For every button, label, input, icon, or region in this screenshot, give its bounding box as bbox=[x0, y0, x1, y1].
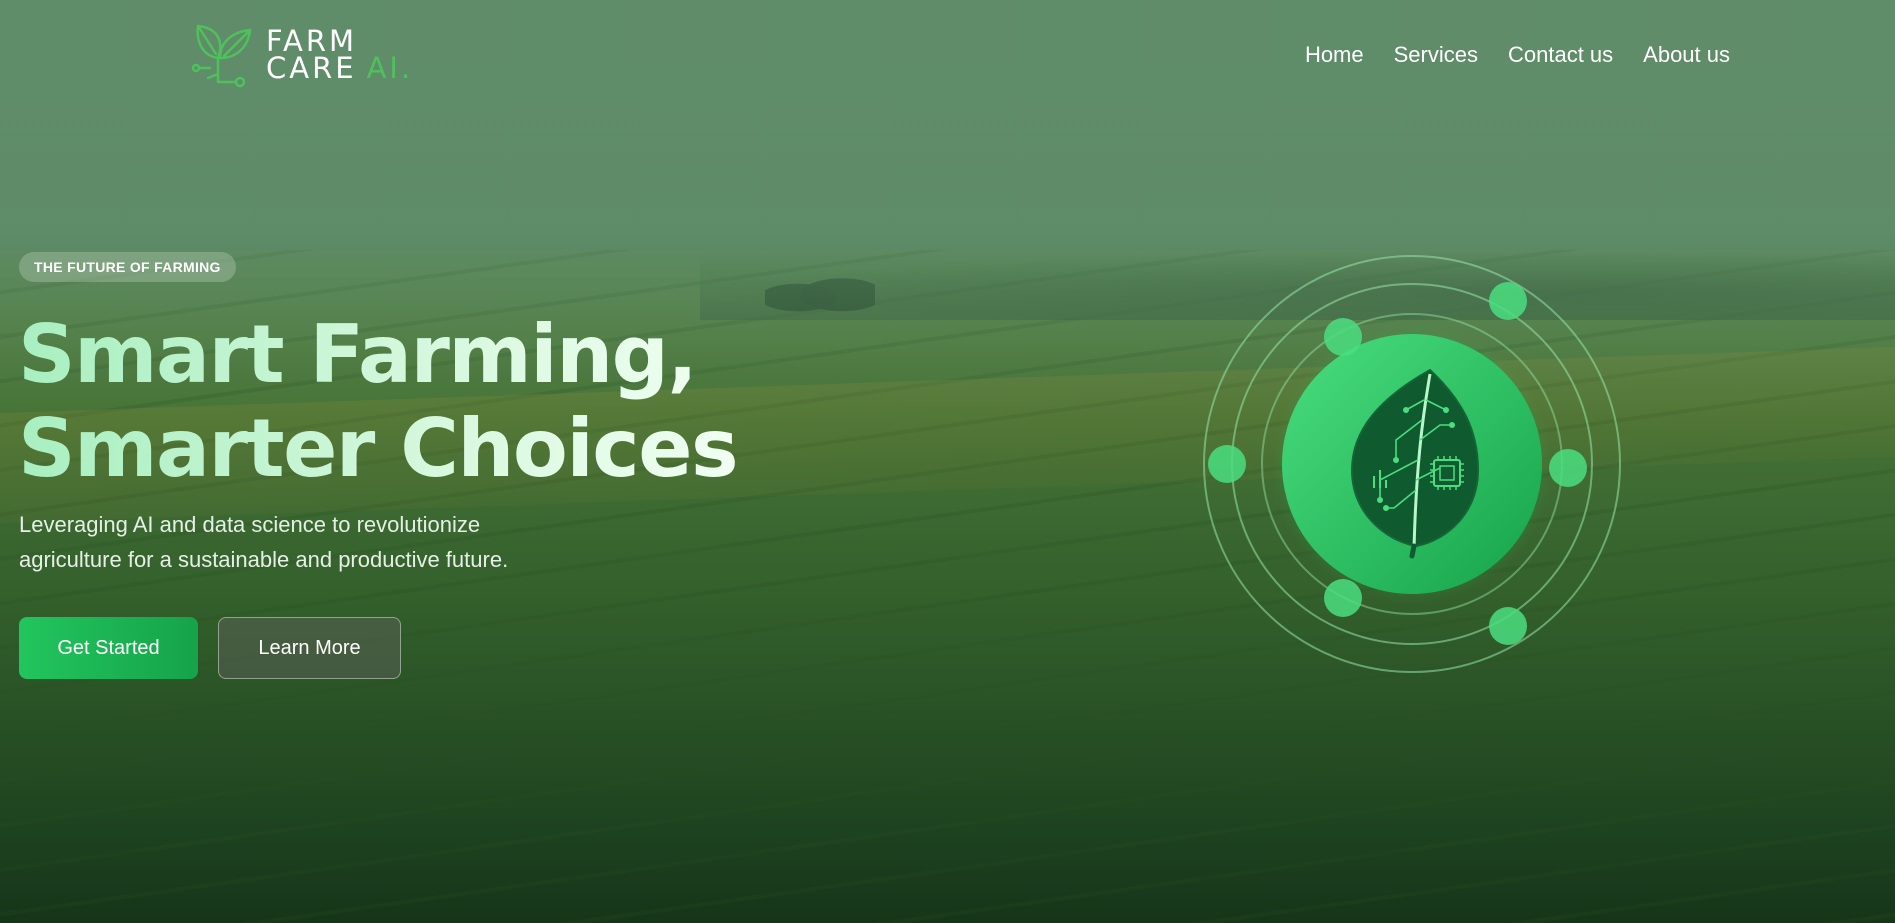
logo-care-word: CARE bbox=[266, 51, 357, 85]
orbit-node bbox=[1208, 445, 1246, 483]
headline-line-1: Smart Farming, bbox=[18, 308, 697, 401]
learn-more-button[interactable]: Learn More bbox=[218, 617, 401, 679]
leaf-logo-icon bbox=[191, 24, 252, 88]
main-nav: Home Services Contact us About us bbox=[1305, 42, 1730, 68]
orbit-node bbox=[1324, 579, 1362, 617]
hero-headline: Smart Farming, Smarter Choices bbox=[18, 308, 737, 496]
site-header: FARM CARE AI. Home Services Contact us Ab… bbox=[0, 0, 1895, 110]
logo-text: FARM CARE AI. bbox=[266, 27, 413, 83]
logo-ai-suffix: AI. bbox=[366, 51, 414, 85]
logo[interactable]: FARM CARE AI. bbox=[190, 20, 413, 90]
hero-badge: THE FUTURE OF FARMING bbox=[19, 252, 236, 282]
orbit-node bbox=[1489, 282, 1527, 320]
orbit-node bbox=[1324, 318, 1362, 356]
nav-contact-us[interactable]: Contact us bbox=[1508, 42, 1613, 68]
nav-about-us[interactable]: About us bbox=[1643, 42, 1730, 68]
headline-line-2: Smarter Choices bbox=[18, 402, 738, 495]
nav-services[interactable]: Services bbox=[1394, 42, 1478, 68]
get-started-button[interactable]: Get Started bbox=[19, 617, 198, 679]
logo-line-care: CARE AI. bbox=[266, 54, 413, 83]
nav-home[interactable]: Home bbox=[1305, 42, 1364, 68]
leaf-circuit-illustration bbox=[1203, 255, 1621, 673]
orbit-node bbox=[1549, 449, 1587, 487]
hero-subtext: Leveraging AI and data science to revolu… bbox=[19, 512, 509, 572]
orbit-node bbox=[1489, 607, 1527, 645]
